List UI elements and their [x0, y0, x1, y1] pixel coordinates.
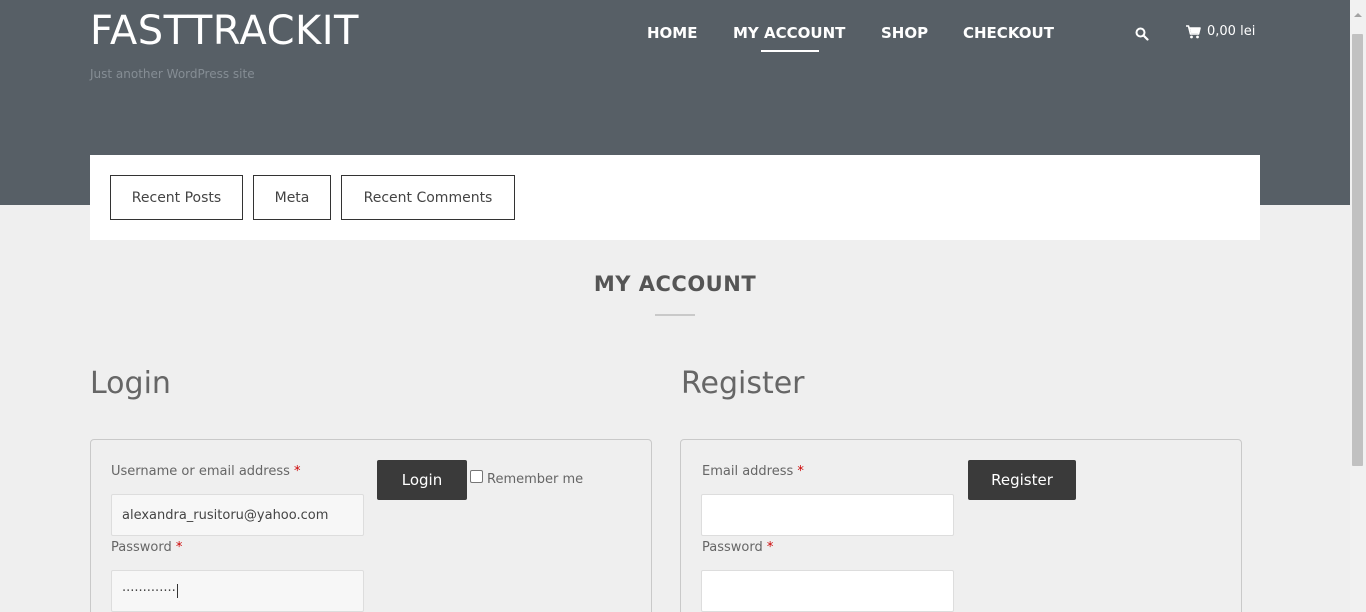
register-password-input[interactable]	[701, 570, 954, 612]
register-heading: Register	[681, 366, 805, 401]
login-heading: Login	[90, 366, 171, 401]
page-title: MY ACCOUNT	[593, 272, 757, 296]
remember-me-checkbox[interactable]	[470, 470, 483, 483]
scroll-up-arrow[interactable]	[1353, 4, 1363, 17]
register-password-label-text: Password	[702, 540, 763, 555]
text-cursor	[176, 584, 178, 598]
required-mark: *	[175, 540, 183, 555]
search-icon[interactable]	[1135, 26, 1149, 41]
site-title[interactable]: FASTTRACKIT	[90, 8, 359, 54]
register-button[interactable]: Register	[968, 460, 1076, 500]
register-email-label: Email address *	[702, 464, 804, 479]
cart-icon	[1186, 24, 1201, 38]
cart-link[interactable]: 0,00 lei	[1186, 24, 1255, 39]
username-input[interactable]: alexandra_rusitoru@yahoo.com	[111, 494, 364, 536]
remember-me[interactable]: Remember me	[470, 470, 584, 487]
nav-active-indicator	[761, 50, 819, 52]
widget-tab-recent-comments[interactable]: Recent Comments	[341, 175, 515, 220]
nav-item-home[interactable]: HOME	[647, 24, 697, 42]
register-email-input[interactable]	[701, 494, 954, 536]
login-button[interactable]: Login	[377, 460, 467, 500]
required-mark: *	[797, 464, 804, 479]
password-label: Password *	[111, 540, 182, 555]
title-divider	[655, 314, 695, 316]
site-tagline: Just another WordPress site	[90, 67, 255, 81]
password-label-text: Password	[111, 540, 172, 555]
username-label: Username or email address *	[111, 464, 301, 479]
required-mark: *	[766, 540, 774, 555]
username-label-text: Username or email address	[111, 464, 290, 479]
register-email-label-text: Email address	[702, 464, 794, 479]
remember-me-label: Remember me	[487, 472, 584, 487]
nav-item-checkout[interactable]: CHECKOUT	[963, 24, 1054, 42]
scrollbar-thumb[interactable]	[1352, 34, 1363, 466]
cart-total: 0,00 lei	[1207, 24, 1256, 39]
password-input[interactable]: ·············	[111, 570, 364, 612]
nav-item-my-account[interactable]: MY ACCOUNT	[733, 24, 845, 42]
widget-bar: Recent Posts Meta Recent Comments	[90, 155, 1260, 240]
widget-tab-meta[interactable]: Meta	[253, 175, 331, 220]
register-password-label: Password *	[702, 540, 773, 555]
required-mark: *	[294, 464, 301, 479]
password-value: ·············	[122, 583, 176, 599]
nav-item-shop[interactable]: SHOP	[881, 24, 928, 42]
widget-tab-recent-posts[interactable]: Recent Posts	[110, 175, 243, 220]
